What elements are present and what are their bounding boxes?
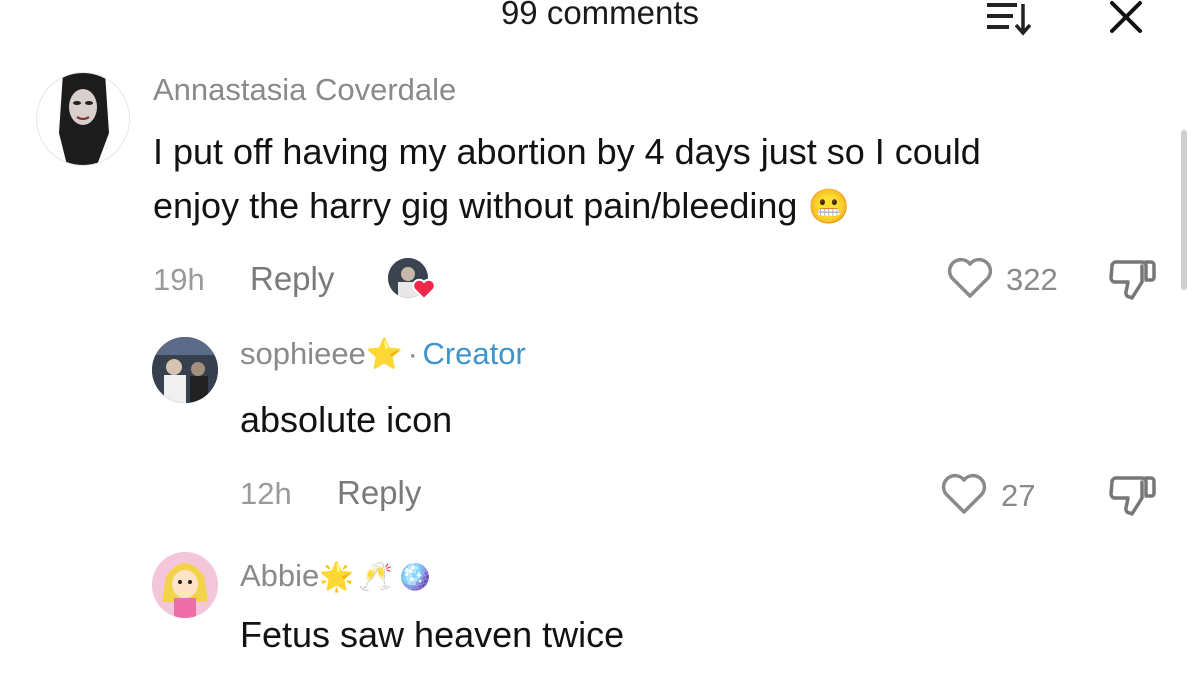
separator-dot: · — [407, 336, 418, 371]
grimacing-emoji-icon: 😬 — [807, 188, 850, 226]
comment-text: I put off having my abortion by 4 days j… — [153, 131, 981, 172]
dislike-icon[interactable] — [1108, 472, 1158, 518]
comment-text: enjoy the harry gig without pain/bleedin… — [153, 185, 798, 226]
reply-button[interactable]: Reply — [250, 260, 334, 298]
scrollbar[interactable] — [1181, 130, 1187, 290]
comment-time: 12h — [240, 476, 292, 511]
sort-icon[interactable] — [985, 0, 1031, 36]
heart-filled-icon — [412, 278, 436, 300]
comment-username[interactable]: sophieee — [240, 336, 366, 371]
avatar[interactable] — [152, 337, 218, 403]
emoji-icons: 🌟🥂🪩 — [319, 561, 436, 592]
heart-icon[interactable] — [940, 472, 988, 516]
comment-text: absolute icon — [240, 399, 453, 440]
star-emoji-icon: ⭐ — [365, 338, 404, 371]
comment-username[interactable]: Annastasia Coverdale — [153, 72, 456, 108]
comment-text: Fetus saw heaven twice — [240, 614, 625, 655]
like-count: 27 — [1001, 478, 1036, 513]
close-icon[interactable] — [1106, 0, 1146, 34]
dislike-icon[interactable] — [1108, 256, 1158, 302]
avatar[interactable] — [36, 72, 130, 166]
avatar[interactable] — [152, 552, 218, 618]
heart-icon[interactable] — [946, 256, 994, 300]
comment-username[interactable]: Abbie — [240, 558, 319, 593]
creator-badge: Creator — [422, 336, 526, 371]
reply-button[interactable]: Reply — [337, 474, 421, 512]
creator-liked-badge — [388, 258, 440, 304]
like-count: 322 — [1006, 262, 1058, 297]
comment-time: 19h — [153, 262, 205, 297]
